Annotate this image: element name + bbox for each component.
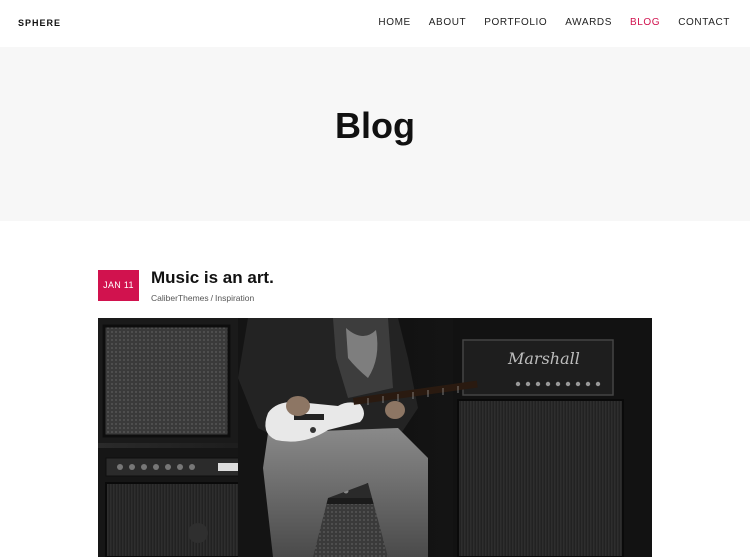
nav-item-home[interactable]: HOME	[378, 17, 410, 28]
site-logo[interactable]: SPHERE	[18, 18, 61, 28]
page-hero: Blog	[0, 47, 750, 221]
post-title[interactable]: Music is an art.	[151, 268, 274, 288]
nav-item-portfolio[interactable]: PORTFOLIO	[484, 17, 547, 28]
site-header: SPHERE HOME ABOUT PORTFOLIO AWARDS BLOG …	[0, 0, 750, 47]
post-author-link[interactable]: CaliberThemes	[151, 293, 209, 303]
meta-separator: /	[210, 293, 214, 303]
main-nav: HOME ABOUT PORTFOLIO AWARDS BLOG CONTACT	[360, 17, 730, 28]
post-meta: CaliberThemes / Inspiration	[151, 293, 254, 303]
nav-item-blog[interactable]: BLOG	[630, 17, 660, 28]
nav-item-awards[interactable]: AWARDS	[565, 17, 612, 28]
post-category-link[interactable]: Inspiration	[215, 293, 254, 303]
post-featured-image[interactable]: Marshall	[98, 318, 652, 557]
page-title: Blog	[335, 105, 415, 146]
amp-brand-logo: Marshall	[507, 349, 580, 368]
post-date-badge: JAN 11	[98, 270, 139, 301]
guitarist-photo: Marshall	[98, 318, 652, 557]
nav-item-contact[interactable]: CONTACT	[678, 17, 730, 28]
nav-item-about[interactable]: ABOUT	[429, 17, 466, 28]
